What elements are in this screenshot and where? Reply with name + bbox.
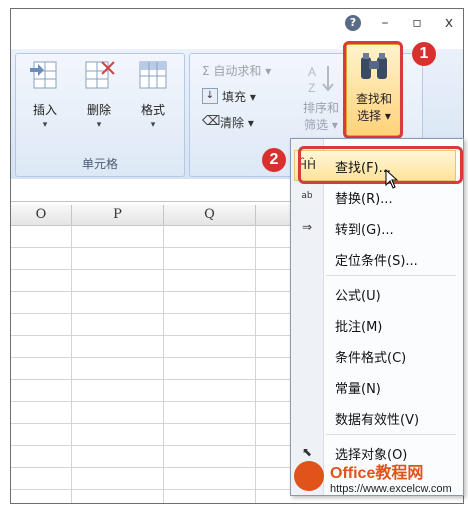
column-header-q[interactable]: Q — [164, 205, 256, 226]
clear-label: 清除 ▾ — [220, 115, 254, 130]
menu-item-replace[interactable]: ab 替换(R)... — [290, 180, 462, 211]
gridline — [11, 379, 297, 380]
menu-item-formulas[interactable]: 公式(U) — [290, 277, 462, 308]
svg-text:Z: Z — [308, 81, 315, 95]
step-badge-2: 2 — [262, 148, 286, 172]
format-label: 格式 — [140, 103, 165, 117]
gridline — [71, 225, 72, 503]
menu-item-label: 转到(G)... — [335, 223, 394, 238]
menu-item-label: 条件格式(C) — [335, 351, 407, 366]
menu-item-label: 常量(N) — [335, 382, 381, 397]
menu-item-label: 替换(R)... — [335, 192, 393, 207]
delete-cells-icon — [85, 61, 115, 89]
arrow-right-icon: ⇒ — [301, 220, 313, 234]
gridline — [11, 357, 297, 358]
menu-separator — [326, 434, 456, 435]
menu-item-conditional-formatting[interactable]: 条件格式(C) — [290, 339, 462, 370]
fill-down-icon: ↓ — [202, 88, 218, 104]
mouse-cursor-icon — [385, 169, 399, 189]
close-icon[interactable]: x — [441, 15, 457, 31]
restore-icon[interactable]: ▫ — [409, 15, 425, 31]
autosum-button[interactable]: Σ 自动求和 ▾ — [202, 60, 271, 80]
gridline — [11, 291, 297, 292]
watermark: Office教程网 https://www.excelcw.com — [294, 457, 462, 501]
sort-az-icon: A Z — [308, 65, 334, 95]
cells-group-label: 单元格 — [81, 157, 118, 171]
menu-item-constants[interactable]: 常量(N) — [290, 370, 462, 401]
svg-text:A: A — [308, 65, 316, 79]
fill-button[interactable]: ↓ 填充 ▾ — [202, 86, 256, 106]
formula-bar[interactable] — [11, 179, 297, 202]
window-controls: ? – ▫ x — [345, 15, 457, 31]
menu-item-goto[interactable]: ⇒ 转到(G)... — [290, 211, 462, 242]
column-header-o[interactable]: O — [11, 205, 72, 226]
menu-separator — [326, 275, 456, 276]
step-badge-1: 1 — [412, 42, 436, 66]
format-button[interactable]: 格式 ▾ — [130, 58, 176, 146]
menu-item-data-validation[interactable]: 数据有效性(V) — [290, 401, 462, 432]
menu-item-label: 定位条件(S)... — [335, 254, 418, 269]
column-header-p[interactable]: P — [72, 205, 164, 226]
insert-icon — [30, 61, 57, 89]
watermark-title: Office教程网 — [330, 465, 424, 482]
chevron-down-icon: ▾ — [150, 120, 156, 130]
format-cells-icon — [139, 61, 167, 89]
menu-item-label: 公式(U) — [335, 289, 381, 304]
insert-label: 插入 — [32, 103, 57, 117]
gridline — [163, 225, 164, 503]
sort-filter-label-1: 排序和 — [302, 101, 339, 115]
gridline — [11, 467, 297, 468]
gridline — [11, 423, 297, 424]
delete-label: 删除 — [86, 103, 111, 117]
autosum-label: Σ 自动求和 ▾ — [202, 63, 272, 78]
gridline — [11, 247, 297, 248]
minimize-icon[interactable]: – — [377, 15, 393, 31]
gridline — [11, 313, 297, 314]
menu-item-label: 批注(M) — [335, 320, 383, 335]
chevron-down-icon: ▾ — [42, 120, 48, 130]
worksheet-grid[interactable]: O P Q — [11, 205, 298, 503]
delete-button[interactable]: 删除 ▾ — [76, 58, 122, 146]
watermark-url: https://www.excelcw.com — [330, 483, 452, 495]
office-logo-icon — [294, 461, 324, 491]
annotation-box-2 — [298, 146, 463, 184]
help-icon[interactable]: ? — [345, 15, 361, 31]
cells-group: 插入 ▾ 删除 ▾ 格式 ▾ 单元格 — [15, 53, 185, 177]
gridline — [11, 335, 297, 336]
sort-filter-button[interactable]: A Z 排序和 筛选 ▾ — [296, 62, 346, 133]
menu-item-label: 数据有效性(V) — [335, 413, 420, 428]
replace-icon: ab — [301, 191, 313, 201]
fill-label: 填充 ▾ — [222, 89, 256, 104]
chevron-down-icon: ▾ — [96, 120, 102, 130]
sort-filter-label-2: 筛选 ▾ — [304, 118, 338, 132]
eraser-icon: ⌫ — [202, 114, 221, 129]
gridline — [11, 269, 297, 270]
menu-item-goto-special[interactable]: 定位条件(S)... — [290, 242, 462, 273]
gridline — [11, 445, 297, 446]
gridline — [11, 401, 297, 402]
insert-button[interactable]: 插入 ▾ — [22, 58, 68, 146]
gridline — [255, 225, 256, 503]
clear-button[interactable]: ⌫ 清除 ▾ — [202, 112, 254, 132]
menu-item-comments[interactable]: 批注(M) — [290, 308, 462, 339]
gridline — [11, 489, 297, 490]
annotation-box-1 — [343, 41, 403, 139]
